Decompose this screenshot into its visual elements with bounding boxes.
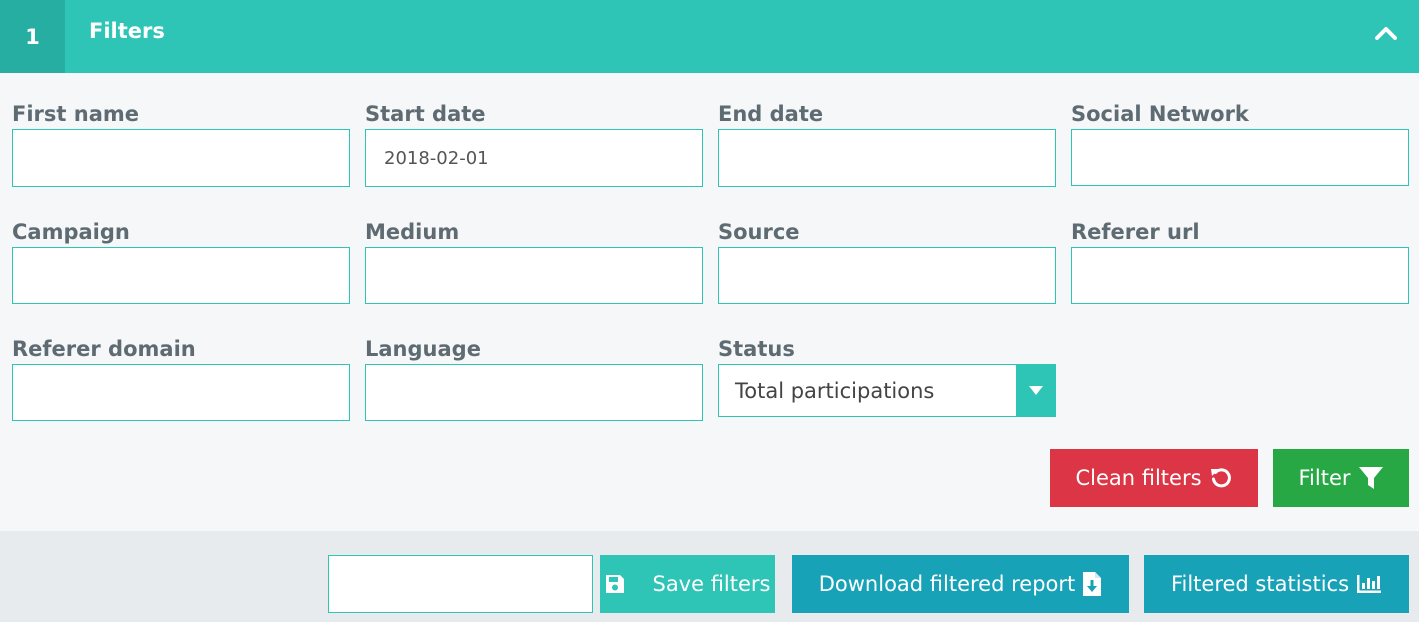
campaign-input[interactable]: [12, 247, 350, 304]
source-field: Source: [718, 217, 1056, 304]
language-field: Language: [365, 334, 703, 421]
start-date-field: Start date: [365, 99, 703, 187]
start-date-label: Start date: [365, 102, 486, 126]
source-input[interactable]: [718, 247, 1056, 304]
source-label: Source: [718, 220, 800, 244]
filtered-statistics-button[interactable]: Filtered statistics: [1144, 555, 1409, 613]
save-filters-button[interactable]: Save filters: [600, 555, 775, 613]
start-date-input[interactable]: [365, 129, 703, 187]
language-input[interactable]: [365, 364, 703, 421]
filter-button[interactable]: Filter: [1273, 449, 1409, 507]
filters-header[interactable]: 1 Filters: [0, 0, 1419, 73]
filter-name-input[interactable]: [328, 555, 593, 613]
filter-label: Filter: [1298, 466, 1351, 490]
end-date-field: End date: [718, 99, 1056, 187]
referer-url-field: Referer url: [1071, 217, 1409, 304]
chevron-up-icon: [1375, 27, 1397, 40]
campaign-field: Campaign: [12, 217, 350, 304]
header-title: Filters: [89, 19, 165, 43]
first-name-input[interactable]: [12, 129, 350, 187]
clean-filters-button[interactable]: Clean filters: [1050, 449, 1258, 507]
download-report-label: Download filtered report: [818, 572, 1076, 596]
social-network-label: Social Network: [1071, 102, 1249, 126]
end-date-input[interactable]: [718, 129, 1056, 187]
bar-chart-icon: [1357, 575, 1382, 593]
floppy-disk-icon: [606, 575, 625, 593]
medium-field: Medium: [365, 217, 703, 304]
status-label: Status: [718, 337, 795, 361]
status-dropdown-toggle[interactable]: [1016, 365, 1055, 416]
filtered-statistics-label: Filtered statistics: [1170, 572, 1350, 596]
first-name-field: First name: [12, 99, 350, 187]
file-download-icon: [1083, 572, 1102, 596]
referer-url-label: Referer url: [1071, 220, 1200, 244]
social-network-field: Social Network: [1071, 99, 1409, 186]
referer-url-input[interactable]: [1071, 247, 1409, 304]
campaign-label: Campaign: [12, 220, 130, 244]
status-field: Status Total participations: [718, 334, 1056, 417]
collapse-button[interactable]: [1371, 18, 1401, 48]
medium-label: Medium: [365, 220, 460, 244]
language-label: Language: [365, 337, 481, 361]
download-report-button[interactable]: Download filtered report: [792, 555, 1129, 613]
funnel-icon: [1358, 467, 1383, 489]
first-name-label: First name: [12, 102, 139, 126]
status-select[interactable]: Total participations: [718, 364, 1056, 417]
step-number: 1: [0, 0, 65, 73]
medium-input[interactable]: [365, 247, 703, 304]
referer-domain-field: Referer domain: [12, 334, 350, 421]
social-network-input[interactable]: [1071, 129, 1409, 186]
save-filters-label: Save filters: [652, 572, 771, 596]
caret-down-icon: [1028, 386, 1043, 395]
end-date-label: End date: [718, 102, 824, 126]
undo-icon: [1210, 468, 1231, 488]
clean-filters-label: Clean filters: [1075, 466, 1202, 490]
referer-domain-input[interactable]: [12, 364, 350, 421]
referer-domain-label: Referer domain: [12, 337, 196, 361]
status-selected-value: Total participations: [735, 378, 935, 403]
